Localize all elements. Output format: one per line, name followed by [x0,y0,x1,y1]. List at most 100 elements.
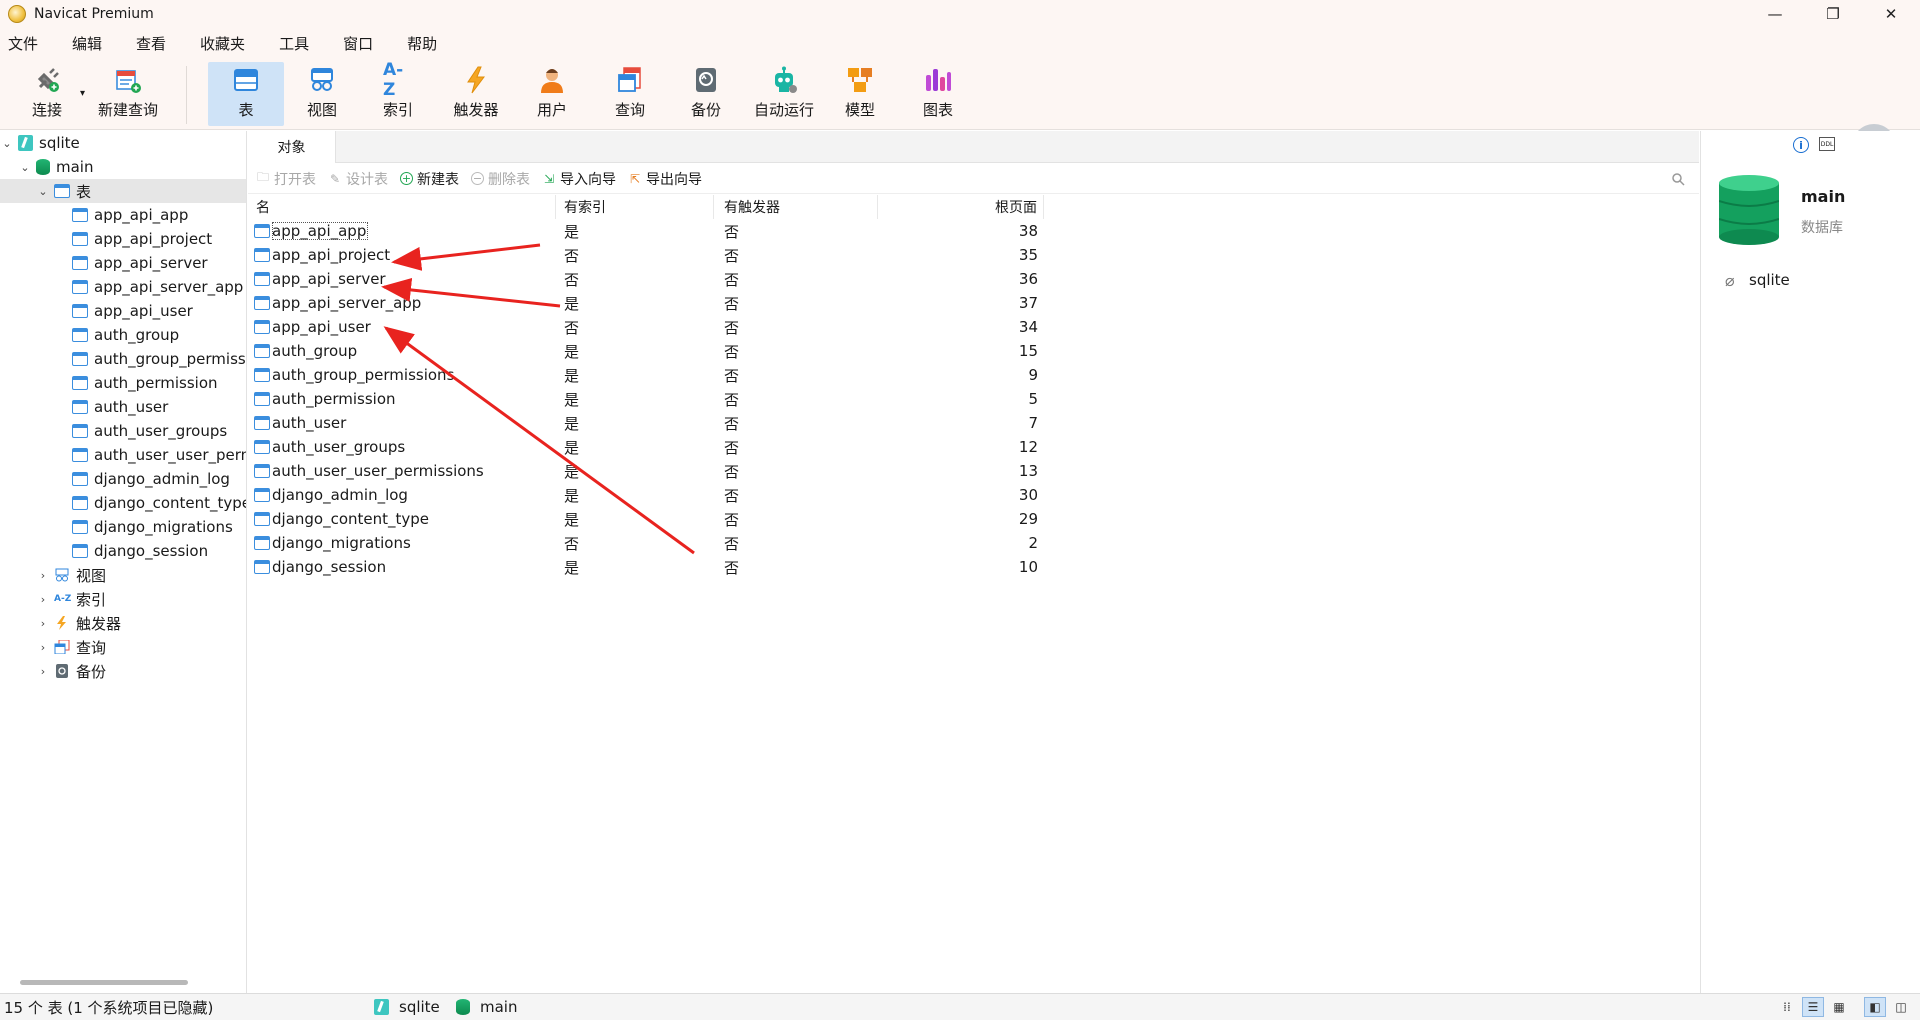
chevron-down-icon[interactable]: ⌄ [18,161,32,174]
cell-name-text: django_admin_log [272,486,408,504]
column-header-has-index[interactable]: 有索引 [562,195,714,219]
cell-name: auth_user_groups [254,435,554,459]
column-header-root-page[interactable]: 根页面 [884,195,1044,219]
info-icon[interactable]: i [1793,137,1809,153]
import-wizard-button[interactable]: ⇲ 导入向导 [542,169,616,189]
sidebar-table-item[interactable]: app_api_server_app [0,275,246,299]
delete-table-button[interactable]: − 删除表 [471,169,530,189]
cell-name-text: app_api_project [272,246,391,264]
menu-favorites[interactable]: 收藏夹 [200,33,245,54]
info-pane-toggle-icon[interactable]: ◧ [1864,997,1886,1017]
horizontal-scrollbar[interactable] [20,980,188,985]
table-row[interactable]: auth_permission 是 否 5 [248,387,1038,411]
sidebar-table-item[interactable]: auth_user_groups [0,419,246,443]
chart-button[interactable]: 图表 [908,62,968,126]
tab-objects[interactable]: 对象 [248,131,336,163]
table-row[interactable]: auth_group_permissions 是 否 9 [248,363,1038,387]
table-row[interactable]: django_session 是 否 10 [248,555,1038,579]
table-row[interactable]: django_content_type 是 否 29 [248,507,1038,531]
tree-backups-node[interactable]: › 备份 [0,659,246,683]
model-button[interactable]: 模型 [830,62,890,126]
tree-views-node[interactable]: › 视图 [0,563,246,587]
automation-button[interactable]: 自动运行 [748,62,820,126]
tree-label: main [56,158,94,176]
table-row[interactable]: auth_group 是 否 15 [248,339,1038,363]
user-button[interactable]: 用户 [522,62,582,126]
menu-file[interactable]: 文件 [8,33,38,54]
minimize-button[interactable]: — [1746,0,1804,28]
menu-edit[interactable]: 编辑 [72,33,102,54]
sidebar-table-item[interactable]: django_admin_log [0,467,246,491]
sidebar-table-item[interactable]: auth_group_permissi [0,347,246,371]
tree-queries-node[interactable]: › 查询 [0,635,246,659]
chevron-right-icon[interactable]: › [36,593,50,606]
sidebar-table-item[interactable]: auth_permission [0,371,246,395]
new-query-button[interactable]: 新建查询 [94,62,162,126]
connect-button[interactable]: 连接 [16,62,78,126]
menu-view[interactable]: 查看 [136,33,166,54]
list-view-icon[interactable]: ☰ [1802,997,1824,1017]
sidebar-table-item[interactable]: app_api_server [0,251,246,275]
sidebar-table-item[interactable]: app_api_user [0,299,246,323]
design-table-button[interactable]: ✎ 设计表 [328,169,388,189]
export-wizard-button[interactable]: ⇱ 导出向导 [628,169,702,189]
column-header-has-trigger[interactable]: 有触发器 [722,195,878,219]
sidebar-table-item[interactable]: app_api_project [0,227,246,251]
table-row[interactable]: app_api_app 是 否 38 [248,219,1038,243]
menu-tools[interactable]: 工具 [279,33,309,54]
table-row[interactable]: app_api_user 否 否 34 [248,315,1038,339]
table-row[interactable]: auth_user 是 否 7 [248,411,1038,435]
backup-button[interactable]: 备份 [676,62,736,126]
table-row[interactable]: app_api_server_app 是 否 37 [248,291,1038,315]
sidebar-table-item[interactable]: django_content_type [0,491,246,515]
menu-window[interactable]: 窗口 [343,33,373,54]
query-button[interactable]: 查询 [600,62,660,126]
sidebar-table-item[interactable]: django_session [0,539,246,563]
toolbar-separator [186,66,187,124]
tree-connection-sqlite[interactable]: ⌄ sqlite [0,131,246,155]
tree-database-main[interactable]: ⌄ main [0,155,246,179]
detail-view-icon[interactable]: ▦ [1828,997,1850,1017]
tree-triggers-node[interactable]: › 触发器 [0,611,246,635]
ddl-icon[interactable]: DDL [1819,137,1835,151]
robot-icon [775,66,797,93]
open-table-label: 打开表 [274,171,316,188]
table-row[interactable]: django_admin_log 是 否 30 [248,483,1038,507]
chevron-right-icon[interactable]: › [36,665,50,678]
cell-name-text: django_content_type [272,510,430,528]
trigger-button[interactable]: 触发器 [446,62,506,126]
status-bar: 15 个 表 (1 个系统项目已隐藏) sqlite main ⁞⁞ ☰ ▦ ◧… [0,993,1920,1020]
sidebar-table-item[interactable]: django_migrations [0,515,246,539]
tree-indexes-node[interactable]: › A-Z 索引 [0,587,246,611]
chevron-down-icon[interactable]: ⌄ [36,185,50,198]
new-table-button[interactable]: + 新建表 [400,169,459,189]
close-button[interactable]: ✕ [1862,0,1920,28]
chevron-right-icon[interactable]: › [36,641,50,654]
menu-help[interactable]: 帮助 [407,33,437,54]
layout-toggle-icon[interactable]: ◫ [1890,997,1912,1017]
open-table-button[interactable]: 🗀 打开表 [256,169,316,189]
chevron-down-icon[interactable]: ⌄ [0,137,14,150]
tree-tables-node[interactable]: ⌄ 表 [0,179,246,203]
search-icon[interactable] [1671,172,1685,186]
table-row[interactable]: auth_user_groups 是 否 12 [248,435,1038,459]
sidebar-table-item[interactable]: app_api_app [0,203,246,227]
connect-dropdown-icon[interactable]: ▾ [80,88,85,99]
chevron-right-icon[interactable]: › [36,617,50,630]
table-row[interactable]: django_migrations 否 否 2 [248,531,1038,555]
table-row[interactable]: app_api_project 否 否 35 [248,243,1038,267]
chevron-right-icon[interactable]: › [36,569,50,582]
restore-button[interactable]: ❐ [1804,0,1862,28]
index-button[interactable]: A-Z 索引 [368,60,428,126]
sidebar-table-item[interactable]: auth_user_user_perm [0,443,246,467]
grid-view-icon[interactable]: ⁞⁞ [1776,997,1798,1017]
table-row[interactable]: auth_user_user_permissions 是 否 13 [248,459,1038,483]
table-button[interactable]: 表 [208,62,284,126]
column-header-name[interactable]: 名 [256,195,556,219]
table-row[interactable]: app_api_server 否 否 36 [248,267,1038,291]
sidebar-table-item[interactable]: auth_group [0,323,246,347]
cell-has-trigger: 否 [724,534,740,553]
menu-bar: 文件 编辑 查看 收藏夹 工具 窗口 帮助 [0,28,1920,58]
view-button[interactable]: 视图 [292,62,352,126]
sidebar-table-item[interactable]: auth_user [0,395,246,419]
